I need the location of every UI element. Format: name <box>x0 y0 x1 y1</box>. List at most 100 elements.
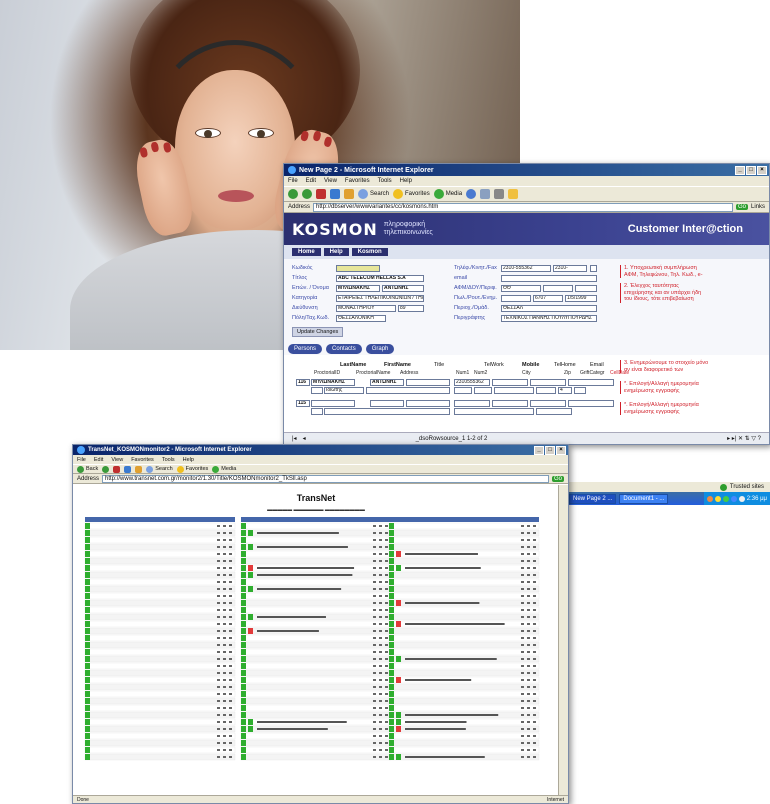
search-button[interactable]: Search <box>146 465 173 473</box>
periph-field[interactable] <box>575 285 597 292</box>
close-button[interactable]: × <box>757 165 767 175</box>
row1-lastname[interactable]: ΜΥΛΩΝΑΚΗΣ <box>311 379 355 386</box>
phone-checkbox[interactable] <box>590 265 597 272</box>
code-field[interactable] <box>336 265 380 272</box>
row1-sub-name[interactable]: Ιδιώτης <box>324 387 364 394</box>
row2-mobile[interactable] <box>492 400 528 407</box>
afm-field[interactable]: ΘΘ <box>501 285 541 292</box>
menu-file[interactable]: File <box>77 457 86 463</box>
nav-first-icon[interactable]: |◂ <box>292 435 297 442</box>
go-button[interactable]: Go <box>735 204 748 210</box>
taskbar-item-new-page[interactable]: New Page 2 ... <box>569 493 617 504</box>
row2-telhome[interactable] <box>530 400 566 407</box>
favorites-button[interactable]: Favorites <box>393 189 430 199</box>
home-icon[interactable] <box>344 189 354 199</box>
print-icon[interactable] <box>494 189 505 199</box>
row2-sub-select[interactable] <box>311 408 323 415</box>
menu-favorites[interactable]: Favorites <box>131 457 154 463</box>
phone2-field[interactable]: 2310- <box>553 265 587 272</box>
media-button[interactable]: Media <box>212 465 236 473</box>
row2-telwork[interactable] <box>454 400 490 407</box>
region-select[interactable]: ΘΕΣΣΑΛ <box>501 305 597 312</box>
minimize-button[interactable]: _ <box>735 165 745 175</box>
row1-category[interactable]: 4 <box>558 387 572 394</box>
title-field[interactable]: ABC TELECOM HELLAS S.A <box>336 275 424 282</box>
nav-next-icon[interactable]: ▸ ▸| ✕ ⇅ ▽ ? <box>727 435 761 442</box>
row1-num2[interactable] <box>474 387 492 394</box>
row2-title[interactable] <box>406 400 450 407</box>
date-field[interactable]: 1/5/1999 <box>565 295 597 302</box>
tray-icon-3[interactable] <box>722 495 729 502</box>
tray-icon-2[interactable] <box>714 495 721 502</box>
menu-view[interactable]: View <box>324 178 337 184</box>
row2-lastname[interactable] <box>311 400 355 407</box>
email-field[interactable] <box>501 275 597 282</box>
menu-edit[interactable]: Edit <box>306 178 316 184</box>
menu-edit[interactable]: Edit <box>94 457 103 463</box>
taskbar-item-document[interactable]: Document1 - ... <box>619 493 669 504</box>
row1-num1[interactable] <box>454 387 472 394</box>
city-field[interactable]: ΘΕΣΣΑΛΟΝΙΚΗ <box>336 315 386 322</box>
update-changes-button[interactable]: Update Changes <box>292 327 344 337</box>
links-button[interactable]: Links <box>751 204 765 210</box>
sales-select[interactable] <box>501 295 531 302</box>
nav-home[interactable]: Home <box>292 248 321 256</box>
row2-address[interactable] <box>324 408 450 415</box>
row2-zip[interactable] <box>536 408 572 415</box>
favorites-button[interactable]: Favorites <box>176 465 208 473</box>
address-number-field[interactable]: 89 <box>398 305 424 312</box>
maximize-button[interactable]: □ <box>545 445 555 455</box>
row2-id[interactable]: 115 <box>296 400 310 407</box>
name-field[interactable]: ΑΝΤΩΝΗΣ <box>382 285 424 292</box>
row2-city[interactable] <box>454 408 534 415</box>
menu-tools[interactable]: Tools <box>162 457 175 463</box>
row1-id[interactable]: 116 <box>296 379 310 386</box>
menu-help[interactable]: Help <box>400 178 412 184</box>
category-select[interactable]: ΕΤΑΙΡΕΙΕΣ ΤΗΛΕΠΙΚΟΙΝΩΝΙΩΝ / ΤΗΛΕΦΩΝΙΑ <box>336 295 424 302</box>
tray-icon-4[interactable] <box>730 495 737 502</box>
menu-help[interactable]: Help <box>183 457 194 463</box>
stop-icon[interactable] <box>113 465 121 473</box>
row1-city[interactable] <box>494 387 534 394</box>
folder-icon[interactable] <box>508 189 519 199</box>
tab-graph[interactable]: Graph <box>365 344 395 354</box>
describer-field[interactable]: ΤΕΧΝΙΚΟΣ ΠΑΝΝΗΣ ΠΟΥΛΥΠΟΥΡΔΗΣ <box>501 315 597 322</box>
refresh-icon[interactable] <box>124 465 132 473</box>
row1-mobile[interactable] <box>492 379 528 386</box>
doy-field[interactable] <box>543 285 573 292</box>
tab-contacts[interactable]: Contacts <box>326 344 362 354</box>
tab-persons[interactable]: Persons <box>288 344 323 354</box>
media-button[interactable]: Media <box>433 189 462 199</box>
vertical-scrollbar[interactable] <box>558 485 568 797</box>
row1-telhome[interactable] <box>530 379 566 386</box>
stop-icon[interactable] <box>316 189 326 199</box>
volume-icon[interactable] <box>738 495 745 502</box>
history-icon[interactable] <box>466 189 477 199</box>
row1-sub-select[interactable] <box>311 387 323 394</box>
refresh-icon[interactable] <box>330 189 340 199</box>
go-button[interactable]: Go <box>551 475 564 482</box>
minimize-button[interactable]: _ <box>534 445 544 455</box>
address-input[interactable]: http://www.transnet.com.gr/monitor2/1.30… <box>102 474 549 483</box>
back-icon[interactable] <box>288 189 298 199</box>
row1-address[interactable] <box>366 387 450 394</box>
row1-firstname[interactable]: ΑΝΤΩΝΗΣ <box>370 379 404 386</box>
mail-icon[interactable] <box>480 189 491 199</box>
row1-date[interactable] <box>574 387 586 394</box>
search-button[interactable]: Search <box>358 189 389 199</box>
row2-firstname[interactable] <box>370 400 404 407</box>
nav-kosmon[interactable]: Kosmon <box>351 248 388 256</box>
row2-email[interactable] <box>568 400 614 407</box>
nav-help[interactable]: Help <box>323 248 349 256</box>
phone-field[interactable]: 2310-555362 <box>501 265 551 272</box>
back-button[interactable]: Back <box>77 465 98 473</box>
menu-file[interactable]: File <box>288 178 298 184</box>
row1-title[interactable] <box>406 379 450 386</box>
nav-prev-icon[interactable]: ◂ <box>303 435 306 442</box>
home-icon[interactable] <box>135 465 143 473</box>
menu-tools[interactable]: Tools <box>378 178 392 184</box>
row1-email[interactable] <box>568 379 614 386</box>
forward-icon[interactable] <box>302 189 312 199</box>
menu-favorites[interactable]: Favorites <box>345 178 370 184</box>
address-field[interactable]: ΜΟΝΑΣΤΗΡΙΟΥ <box>336 305 396 312</box>
